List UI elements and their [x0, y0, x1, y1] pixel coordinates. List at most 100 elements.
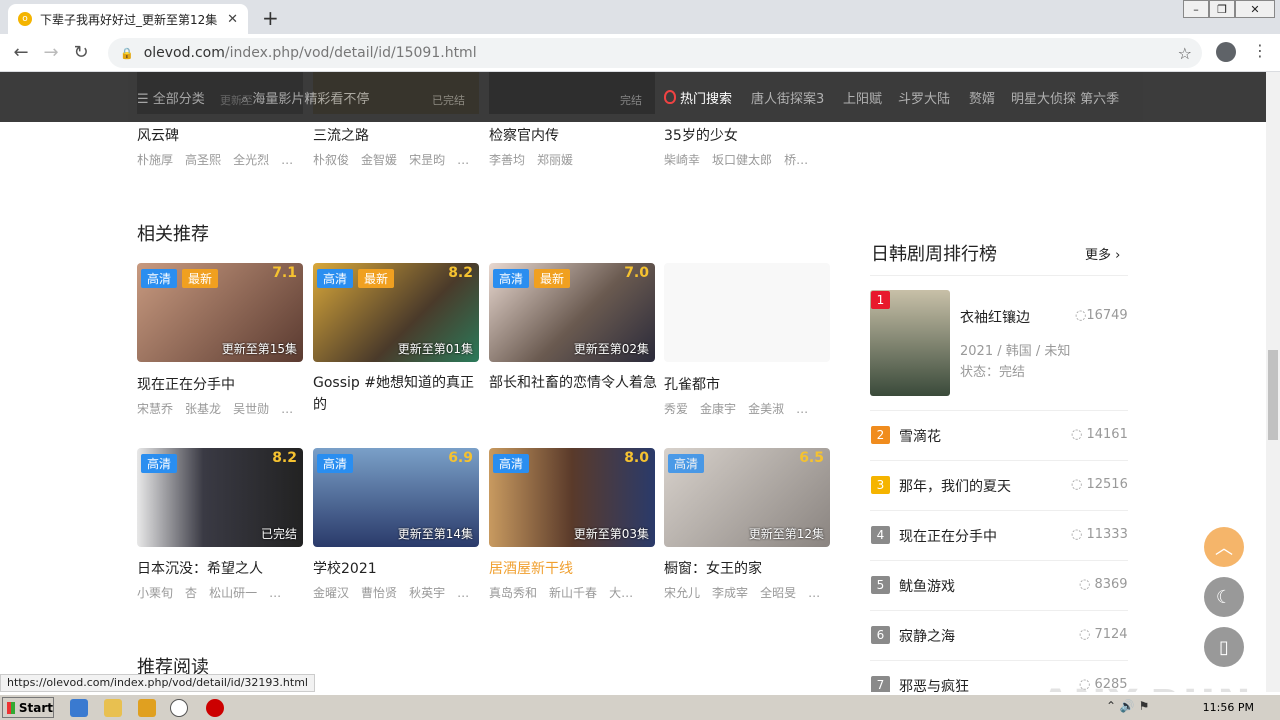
view-count: ◌ 12516	[1071, 477, 1128, 492]
divider	[870, 560, 1128, 561]
score: 8.2	[448, 265, 473, 281]
cast-list: 真岛秀和 新山千春 大…	[489, 586, 634, 600]
chrome-icon[interactable]	[170, 699, 188, 717]
video-title[interactable]: 检察官内传	[489, 125, 559, 145]
folder-icon[interactable]	[104, 699, 122, 717]
media-player-icon[interactable]	[138, 699, 156, 717]
divider	[870, 460, 1128, 461]
video-thumbnail[interactable]: 高清 最新 8.2 更新至第01集	[313, 263, 479, 362]
video-title[interactable]: 三流之路	[313, 125, 369, 145]
ranking-more-link[interactable]: 更多 ›	[1085, 244, 1120, 263]
forward-icon[interactable]: →	[36, 42, 66, 63]
video-title[interactable]: 现在正在分手中	[137, 374, 235, 394]
ghost-label: 已完结	[432, 94, 465, 107]
hot-term[interactable]: 上阳赋	[843, 88, 882, 107]
dark-mode-button[interactable]: ☾	[1204, 577, 1244, 617]
new-tab-button[interactable]: +	[262, 6, 279, 30]
browser-tab[interactable]: o 下辈子我再好好过_更新至第12集 - ✕	[8, 4, 248, 34]
ranking-heading: 日韩剧周排行榜	[871, 244, 997, 265]
rank-number: 2	[871, 426, 890, 444]
clipboard-icon: ▯	[1219, 636, 1229, 658]
close-tab-icon[interactable]: ✕	[227, 12, 238, 27]
scrollbar[interactable]	[1266, 72, 1280, 692]
cast-list: 宋慧乔 张基龙 吴世勋 …	[137, 402, 294, 416]
video-title[interactable]: Gossip #她想知道的真正的	[313, 372, 481, 416]
ranking-title[interactable]: 寂静之海	[899, 626, 955, 646]
category-menu[interactable]: ☰ 全部分类	[137, 88, 205, 107]
video-title[interactable]: 风云碑	[137, 125, 179, 145]
feedback-button[interactable]: ▯	[1204, 627, 1244, 667]
clock: 11:56 PM	[1202, 701, 1254, 714]
address-bar[interactable]: 🔒 olevod.com/index.php/vod/detail/id/150…	[108, 38, 1202, 68]
video-title[interactable]: 日本沉没：希望之人	[137, 558, 263, 578]
cast-list: 小栗旬 杏 松山研一 …	[137, 586, 282, 600]
video-title[interactable]: 孔雀都市	[664, 374, 720, 394]
video-thumbnail[interactable]	[664, 263, 830, 362]
divider	[870, 610, 1128, 611]
video-thumbnail[interactable]: 高清 最新 7.1 更新至第15集	[137, 263, 303, 362]
view-count: ◌ 11333	[1071, 527, 1128, 542]
video-thumbnail[interactable]: 高清 最新 7.0 更新至第02集	[489, 263, 655, 362]
url-domain: olevod.com	[143, 45, 225, 61]
moon-icon: ☾	[1215, 586, 1233, 608]
back-icon[interactable]: ←	[6, 42, 36, 63]
score: 6.5	[799, 450, 824, 466]
account-icon[interactable]	[1216, 42, 1236, 62]
menu-kebab-icon[interactable]: ⋮	[1252, 41, 1268, 60]
hot-term[interactable]: 斗罗大陆	[898, 88, 950, 107]
scroll-top-button[interactable]: ︿	[1204, 527, 1244, 567]
start-button[interactable]: Start	[2, 697, 54, 718]
video-title[interactable]: 学校2021	[313, 558, 377, 578]
video-thumbnail[interactable]: 高清 8.2 已完结	[137, 448, 303, 547]
chevron-right-icon: ›	[1115, 248, 1121, 263]
ranking-title[interactable]: 邪恶与疯狂	[899, 676, 969, 692]
video-thumbnail[interactable]: 高清 6.5 更新至第12集	[664, 448, 830, 547]
ranking-title[interactable]: 现在正在分手中	[899, 526, 997, 546]
stop-icon[interactable]	[206, 699, 224, 717]
video-title[interactable]: 部长和社畜的恋情令人着急	[489, 372, 657, 394]
rank-number: 3	[871, 476, 890, 494]
rank-number: 1	[871, 291, 890, 309]
taskbar: Start ⌃ 🔊 ⚑ 11:56 PM	[0, 694, 1280, 720]
minimize-button[interactable]: –	[1183, 0, 1209, 18]
cast-list: 柴崎幸 坂口健太郎 桥…	[664, 153, 809, 167]
category-label: 全部分类	[152, 92, 205, 107]
ranking-status: 状态：完结	[960, 365, 1026, 380]
flame-icon: ◌	[1075, 308, 1087, 323]
ranking-title[interactable]: 那年，我们的夏天	[899, 476, 1011, 496]
cast-list: 宋允儿 李成宰 全昭旻 …	[664, 586, 821, 600]
video-title[interactable]: 35岁的少女	[664, 125, 738, 145]
ie-icon[interactable]	[70, 699, 88, 717]
browser-toolbar: ← → ↻ 🔒 olevod.com/index.php/vod/detail/…	[0, 34, 1280, 72]
rank-number: 7	[871, 676, 890, 692]
scrollbar-thumb[interactable]	[1268, 350, 1278, 440]
video-thumbnail[interactable]: 高清 8.0 更新至第03集	[489, 448, 655, 547]
bookmark-star-icon[interactable]: ☆	[1178, 44, 1192, 63]
restore-button[interactable]: ❐	[1209, 0, 1235, 18]
ranking-title[interactable]: 衣袖红镶边	[960, 307, 1030, 327]
hot-term[interactable]: 明星大侦探 第六季	[1011, 88, 1119, 107]
video-thumbnail[interactable]: 高清 6.9 更新至第14集	[313, 448, 479, 547]
hot-term[interactable]: 唐人街探案3	[751, 88, 824, 107]
hd-badge: 高清	[317, 454, 354, 473]
update-status: 更新至第15集	[221, 342, 297, 356]
hot-term[interactable]: 赘婿	[969, 88, 995, 107]
new-badge: 最新	[182, 269, 219, 288]
video-title[interactable]: 橱窗：女王的家	[664, 558, 762, 578]
reload-icon[interactable]: ↻	[66, 42, 96, 63]
ranking-meta: 2021 / 韩国 / 未知	[960, 344, 1071, 359]
search-field[interactable]: ⌕ 海量影片精彩看不停	[241, 88, 369, 107]
rank-number: 6	[871, 626, 890, 644]
cast-list: 朴施厚 高圣熙 全光烈 …	[137, 153, 294, 167]
hd-badge: 高清	[493, 454, 530, 473]
page-content: ☰ 全部分类 更新至 ⌕ 海量影片精彩看不停 已完结 完结 热门搜索 唐人街探案…	[0, 72, 1266, 692]
section-heading: 相关推荐	[137, 224, 209, 245]
ranking-title[interactable]: 鱿鱼游戏	[899, 576, 955, 596]
close-window-button[interactable]: ✕	[1235, 0, 1275, 18]
favicon-icon: o	[18, 12, 32, 26]
watermark-logo: ANY.RUN	[1040, 682, 1253, 692]
cast-list: 李善均 郑丽媛	[489, 153, 574, 167]
tray-icons[interactable]: ⌃ 🔊 ⚑	[1106, 699, 1149, 713]
ranking-title[interactable]: 雪滴花	[899, 426, 941, 446]
video-title[interactable]: 居酒屋新干线	[489, 558, 573, 578]
